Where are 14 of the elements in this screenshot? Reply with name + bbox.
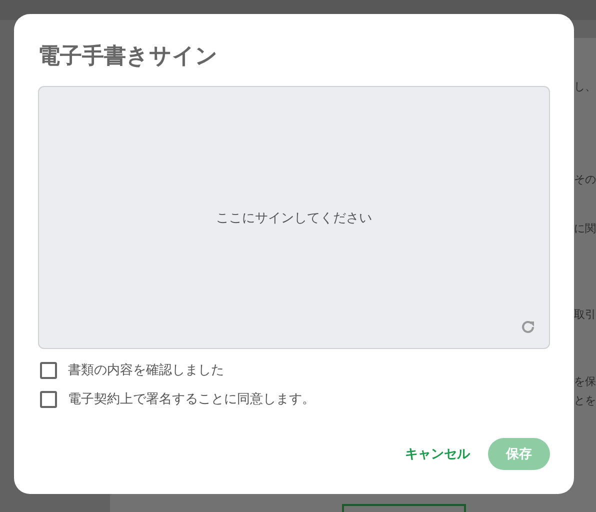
- checkbox-label[interactable]: 書類の内容を確認しました: [68, 361, 224, 379]
- checkbox[interactable]: [40, 362, 57, 378]
- page-text: を保: [574, 374, 596, 389]
- signature-placeholder: ここにサインしてください: [216, 210, 372, 226]
- page-text: に関: [574, 221, 596, 236]
- checkbox[interactable]: [40, 390, 57, 408]
- signature-pad[interactable]: ここにサインしてください: [38, 86, 550, 349]
- cancel-button[interactable]: キャンセル: [403, 439, 472, 469]
- page-text: 取引: [574, 307, 596, 322]
- page-text: し、: [574, 79, 596, 94]
- page-text: その: [574, 172, 596, 187]
- dialog-title: 電子手書きサイン: [38, 43, 219, 71]
- checkbox-label[interactable]: 電子契約上で署名することに同意します。: [68, 390, 315, 408]
- page-text: とを: [574, 393, 596, 408]
